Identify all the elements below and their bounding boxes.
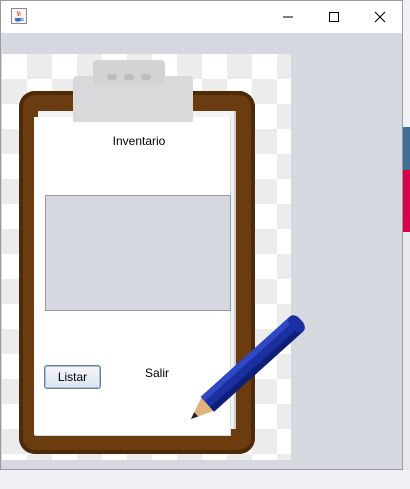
desktop-background-strip	[403, 232, 410, 489]
inventory-list-panel[interactable]	[45, 195, 231, 311]
list-button[interactable]: Listar	[44, 365, 101, 389]
desktop-taskbar-area	[0, 470, 410, 489]
desktop-background	[403, 0, 410, 127]
desktop-background-strip	[403, 170, 410, 232]
desktop-background-strip	[403, 127, 410, 170]
app-window: Inventario Listar Salir	[0, 0, 403, 470]
exit-button[interactable]: Salir	[137, 366, 177, 382]
form-title: Inventario	[112, 134, 166, 148]
